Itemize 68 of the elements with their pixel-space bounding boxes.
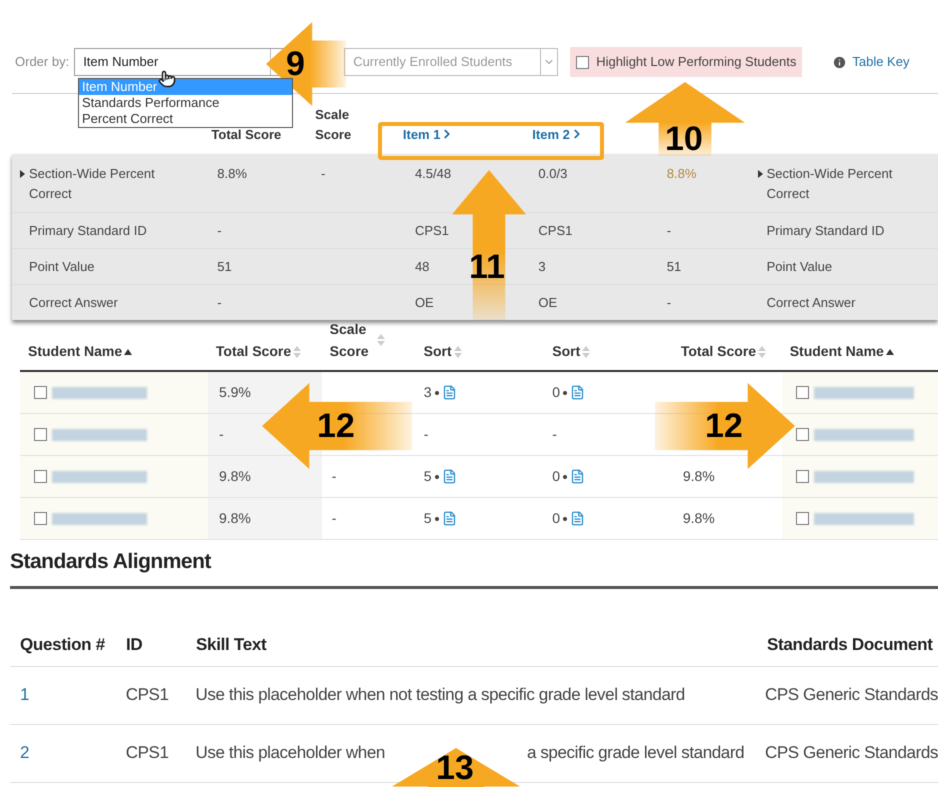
column-header: Question #	[20, 635, 105, 654]
table-cell: -	[217, 222, 222, 238]
skill-text: Use this placeholder when	[196, 742, 385, 764]
table-cell-text: 9.8%	[218, 509, 251, 528]
table-cell: 3	[538, 258, 546, 274]
column-header: Total Score	[680, 342, 756, 361]
column-header: ID	[126, 635, 142, 654]
column-header: Scale Score	[315, 106, 352, 144]
callout-number: 9	[286, 47, 305, 81]
table-cell: 8.8%	[666, 166, 696, 181]
table-cell-text: 5	[424, 509, 432, 528]
table-cell-text: 0	[552, 383, 560, 402]
table-cell: 0.0/3	[538, 166, 568, 181]
table-cell: 4.5/48	[414, 166, 452, 181]
table-cell: 51	[666, 258, 682, 274]
table-cell: CPS Generic Standards	[764, 743, 938, 762]
table-cell-text: -	[332, 467, 336, 486]
column-header: Total Score	[211, 126, 282, 144]
table-cell-text: 9.8%	[218, 467, 251, 486]
section-title: Standards Alignment	[10, 549, 212, 575]
column-header: Sort	[552, 342, 580, 361]
row-label: Point Value	[29, 258, 96, 276]
row-label: Correct Answer	[29, 294, 119, 312]
table-cell-text: 9.8%	[682, 509, 715, 528]
table-cell: -	[217, 294, 222, 310]
callout-number: 12	[317, 409, 355, 443]
table-cell-text: -	[552, 425, 557, 444]
row-label: Point Value	[766, 258, 834, 276]
column-header: Total Score	[216, 342, 292, 361]
column-header: Sort	[424, 342, 452, 361]
table-cell-text: -	[218, 425, 224, 444]
table-cell-text: -	[424, 425, 428, 444]
table-cell: -	[321, 166, 326, 181]
table-cell-text: 5.9%	[218, 383, 251, 402]
column-header: Scale Score	[330, 320, 370, 361]
row-label: Section-Wide Percent Correct	[766, 165, 894, 203]
table-cell: CPS1	[538, 222, 572, 238]
table-cell: -	[666, 222, 672, 238]
skill-text: a specific grade level standard	[526, 742, 744, 764]
table-cell-text: 3	[424, 383, 432, 402]
table-cell: CPS Generic Standards	[764, 685, 938, 704]
order-by-label: Order by:	[15, 53, 70, 72]
table-cell-text: 0	[552, 467, 560, 486]
column-header: Standards Document	[767, 635, 933, 654]
table-cell: CPS1	[126, 685, 169, 704]
callout-number: 12	[705, 409, 743, 443]
table-cell: CPS1	[126, 743, 169, 762]
table-cell: 8.8%	[217, 166, 247, 181]
table-cell-text: -	[332, 509, 336, 528]
column-header: Skill Text	[196, 635, 266, 654]
table-cell: OE	[538, 294, 558, 310]
table-cell-text: 9.8%	[682, 467, 715, 486]
table-cell: 48	[414, 258, 430, 274]
column-header: Student Name	[790, 342, 884, 361]
table-cell: -	[666, 294, 672, 310]
table-cell-text: 5	[424, 467, 432, 486]
table-cell: 51	[217, 258, 232, 274]
table-cell-text: 0	[552, 509, 560, 528]
row-label: Primary Standard ID	[29, 222, 148, 240]
callout-number: 13	[436, 751, 474, 785]
skill-text: Use this placeholder when not testing a specific grade level standard	[196, 684, 685, 706]
table-cell: CPS1	[414, 222, 449, 238]
table-cell: OE	[414, 294, 434, 310]
row-label: Section-Wide Percent Correct	[29, 165, 156, 203]
row-label: Correct Answer	[766, 294, 856, 312]
callout-number: 10	[665, 122, 703, 156]
row-label: Primary Standard ID	[766, 222, 886, 240]
column-header: Student Name	[28, 342, 122, 361]
